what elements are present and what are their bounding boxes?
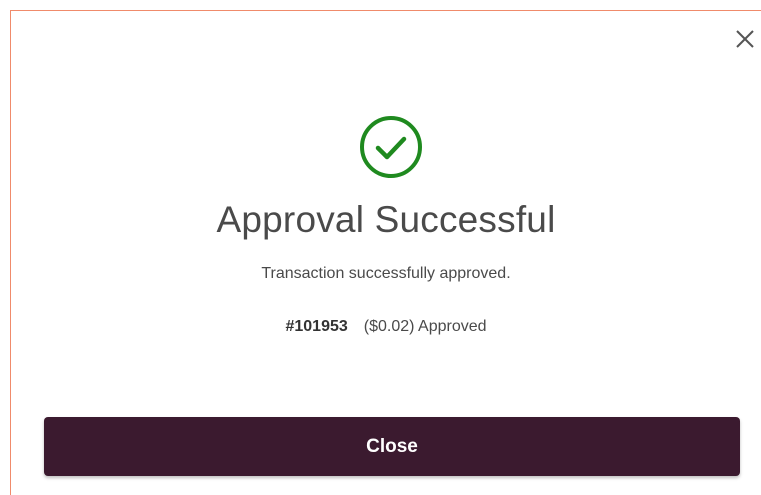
transaction-id: #101953 <box>285 318 348 335</box>
transaction-summary: #101953 ($0.02) Approved <box>11 318 761 336</box>
dialog-title: Approval Successful <box>216 199 556 240</box>
close-icon[interactable] <box>735 29 755 49</box>
transaction-status: ($0.02) Approved <box>363 318 487 335</box>
approval-dialog: Approval Successful Transaction successf… <box>10 10 761 495</box>
dialog-message: Transaction successfully approved. <box>261 265 511 282</box>
close-button[interactable]: Close <box>44 417 740 476</box>
check-circle-icon <box>359 115 423 179</box>
